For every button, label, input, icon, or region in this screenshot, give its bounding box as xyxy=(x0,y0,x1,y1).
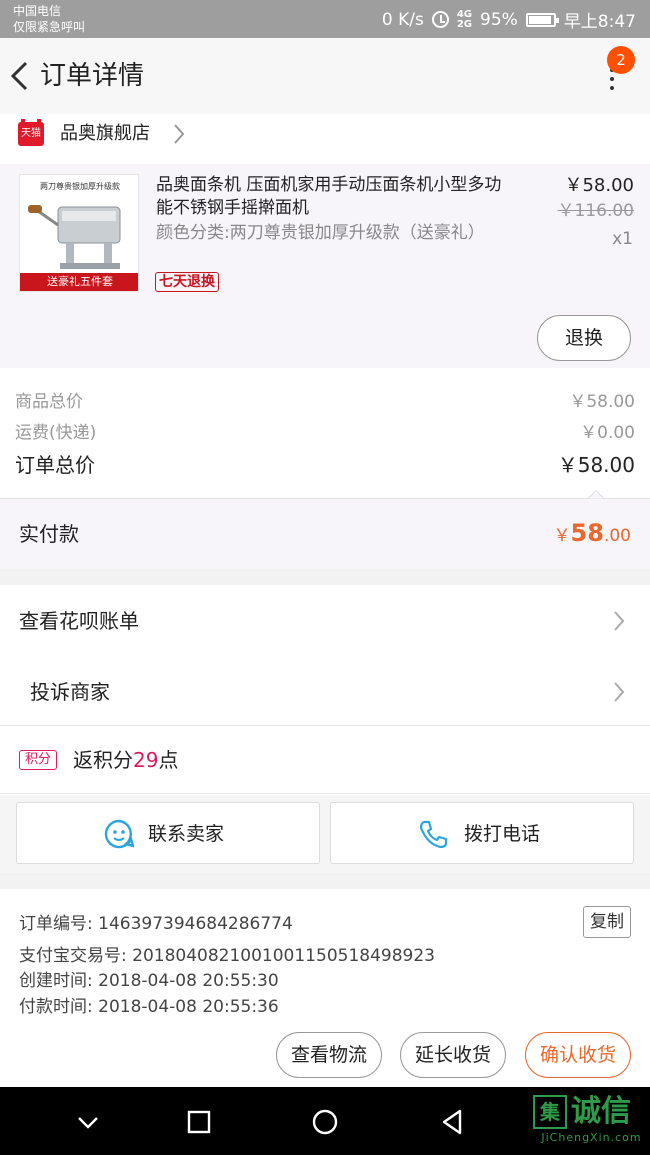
contact-area: 联系卖家 拨打电话 xyxy=(0,795,650,873)
order-links: 查看花呗账单 投诉商家 积分 返积分29点 xyxy=(0,585,650,795)
phone-icon xyxy=(419,820,448,849)
confirm-receipt-button[interactable]: 确认收货 xyxy=(525,1032,631,1078)
battery-icon xyxy=(525,12,559,27)
created-time: 创建时间: 2018-04-08 20:55:30 xyxy=(19,971,279,991)
carrier-name: 中国电信 xyxy=(13,4,62,18)
points-suffix: 点 xyxy=(158,748,179,772)
order-info: 订单编号: 146397394684286774 复制 支付宝交易号: 2018… xyxy=(0,889,650,1023)
shipping-label: 运费(快递) xyxy=(15,423,97,443)
order-total-value: ￥58.00 xyxy=(557,453,635,477)
copy-button[interactable]: 复制 xyxy=(583,906,631,938)
watermark-url: JiChengXin.com xyxy=(541,1131,642,1144)
contact-seller-label: 联系卖家 xyxy=(148,823,225,845)
chevron-right-icon xyxy=(614,611,625,631)
chevron-left-icon[interactable] xyxy=(8,60,32,92)
watermark-box: 集 xyxy=(533,1095,567,1129)
paid-time: 付款时间: 2018-04-08 20:55:36 xyxy=(19,997,279,1017)
refund-exchange-button[interactable]: 退换 xyxy=(537,315,631,361)
complain-merchant-row[interactable]: 投诉商家 xyxy=(0,657,650,729)
order-number: 订单编号: 146397394684286774 xyxy=(19,914,293,934)
signal-icon: 4G 2G xyxy=(456,8,473,30)
bottom-action-bar: 查看物流 延长收货 确认收货 xyxy=(0,1023,650,1087)
system-nav-bar: 集 诚信 JiChengXin.com xyxy=(0,1087,650,1155)
huabei-bill-label[interactable]: 查看花呗账单 xyxy=(19,607,139,635)
paid-integer: 58 xyxy=(570,519,604,547)
shipping-value: ￥0.00 xyxy=(580,423,635,443)
square-recent-icon[interactable] xyxy=(184,1107,214,1137)
product-title[interactable]: 品奥面条机 压面机家用手动压面条机小型多功能不锈钢手摇擀面机 xyxy=(156,174,514,220)
clock: 早上8:47 xyxy=(563,12,636,32)
divider xyxy=(0,725,650,726)
notification-badge: 2 xyxy=(607,46,635,74)
emergency-only-text: 仅限紧急呼叫 xyxy=(13,20,86,34)
watermark-logo: 集 诚信 JiChengXin.com xyxy=(533,1095,650,1147)
divider xyxy=(0,793,650,794)
paid-currency: ￥ xyxy=(553,526,571,546)
paid-decimal: .00 xyxy=(603,526,631,546)
chevron-right-icon xyxy=(174,124,185,144)
product-image[interactable]: 两刀尊贵银加厚升级款 送豪礼五件套 xyxy=(19,174,139,292)
points-tag: 积分 xyxy=(19,750,57,770)
product-price: ￥58.00 xyxy=(564,175,634,196)
chevron-down-icon[interactable] xyxy=(73,1107,103,1137)
triangle-back-icon[interactable] xyxy=(437,1107,467,1137)
seven-day-return-tag: 七天退换 xyxy=(155,272,219,292)
price-summary: 商品总价 ￥58.00 运费(快递) ￥0.00 订单总价 ￥58.00 xyxy=(0,368,650,499)
battery-percent: 95% xyxy=(480,9,518,30)
status-indicators: 0 K/s 4G 2G 95% 早上8:47 xyxy=(382,7,636,32)
original-price: ￥116.00 xyxy=(557,201,634,221)
thumb-banner: 送豪礼五件套 xyxy=(20,273,138,291)
page-title: 订单详情 xyxy=(40,61,145,91)
order-total-label: 订单总价 xyxy=(15,453,95,477)
alarm-icon xyxy=(431,11,449,28)
call-phone-button[interactable]: 拨打电话 xyxy=(330,802,634,864)
points-reward: 返积分29点 xyxy=(73,746,178,774)
chevron-right-icon xyxy=(614,682,625,702)
watermark-text: 诚信 xyxy=(571,1094,631,1129)
points-prefix: 返积分 xyxy=(73,748,133,772)
store-name[interactable]: 品奥旗舰店 xyxy=(60,122,150,146)
contact-seller-button[interactable]: 联系卖家 xyxy=(16,802,320,864)
extend-receipt-button[interactable]: 延长收货 xyxy=(400,1032,506,1078)
view-logistics-button[interactable]: 查看物流 xyxy=(276,1032,382,1078)
alipay-trade-number: 支付宝交易号: 2018040821001001150518498923 xyxy=(19,946,435,966)
goods-total-label: 商品总价 xyxy=(15,392,83,412)
paid-amount-row: 实付款 ￥58.00 xyxy=(0,499,650,569)
network-speed: 0 K/s xyxy=(381,9,424,30)
status-bar: 中国电信 仅限紧急呼叫 0 K/s 4G 2G 95% 早上8:47 xyxy=(0,0,650,38)
product-spec: 颜色分类:两刀尊贵银加厚升级款（送豪礼） xyxy=(156,223,485,243)
circle-home-icon[interactable] xyxy=(310,1107,340,1137)
call-phone-label: 拨打电话 xyxy=(464,823,541,845)
paid-amount: ￥58.00 xyxy=(554,519,631,547)
chat-face-icon xyxy=(104,819,134,849)
huabei-bill-row[interactable]: 查看花呗账单 xyxy=(0,585,650,657)
points-value: 29 xyxy=(133,748,159,772)
paid-label: 实付款 xyxy=(19,522,79,546)
product-card[interactable]: 两刀尊贵银加厚升级款 送豪礼五件套 品奥面条机 压面机家用手动压面条机小型多功能… xyxy=(0,164,650,368)
complain-merchant-label[interactable]: 投诉商家 xyxy=(30,678,110,706)
tmall-icon: 天猫 xyxy=(18,119,44,146)
top-nav-bar: 订单详情 2 xyxy=(0,38,650,114)
product-quantity: x1 xyxy=(612,229,633,249)
goods-total-value: ￥58.00 xyxy=(569,392,635,412)
caret-up-icon xyxy=(588,490,604,499)
carrier-info: 中国电信 仅限紧急呼叫 xyxy=(13,3,85,35)
store-row[interactable]: 天猫 品奥旗舰店 xyxy=(0,114,650,164)
